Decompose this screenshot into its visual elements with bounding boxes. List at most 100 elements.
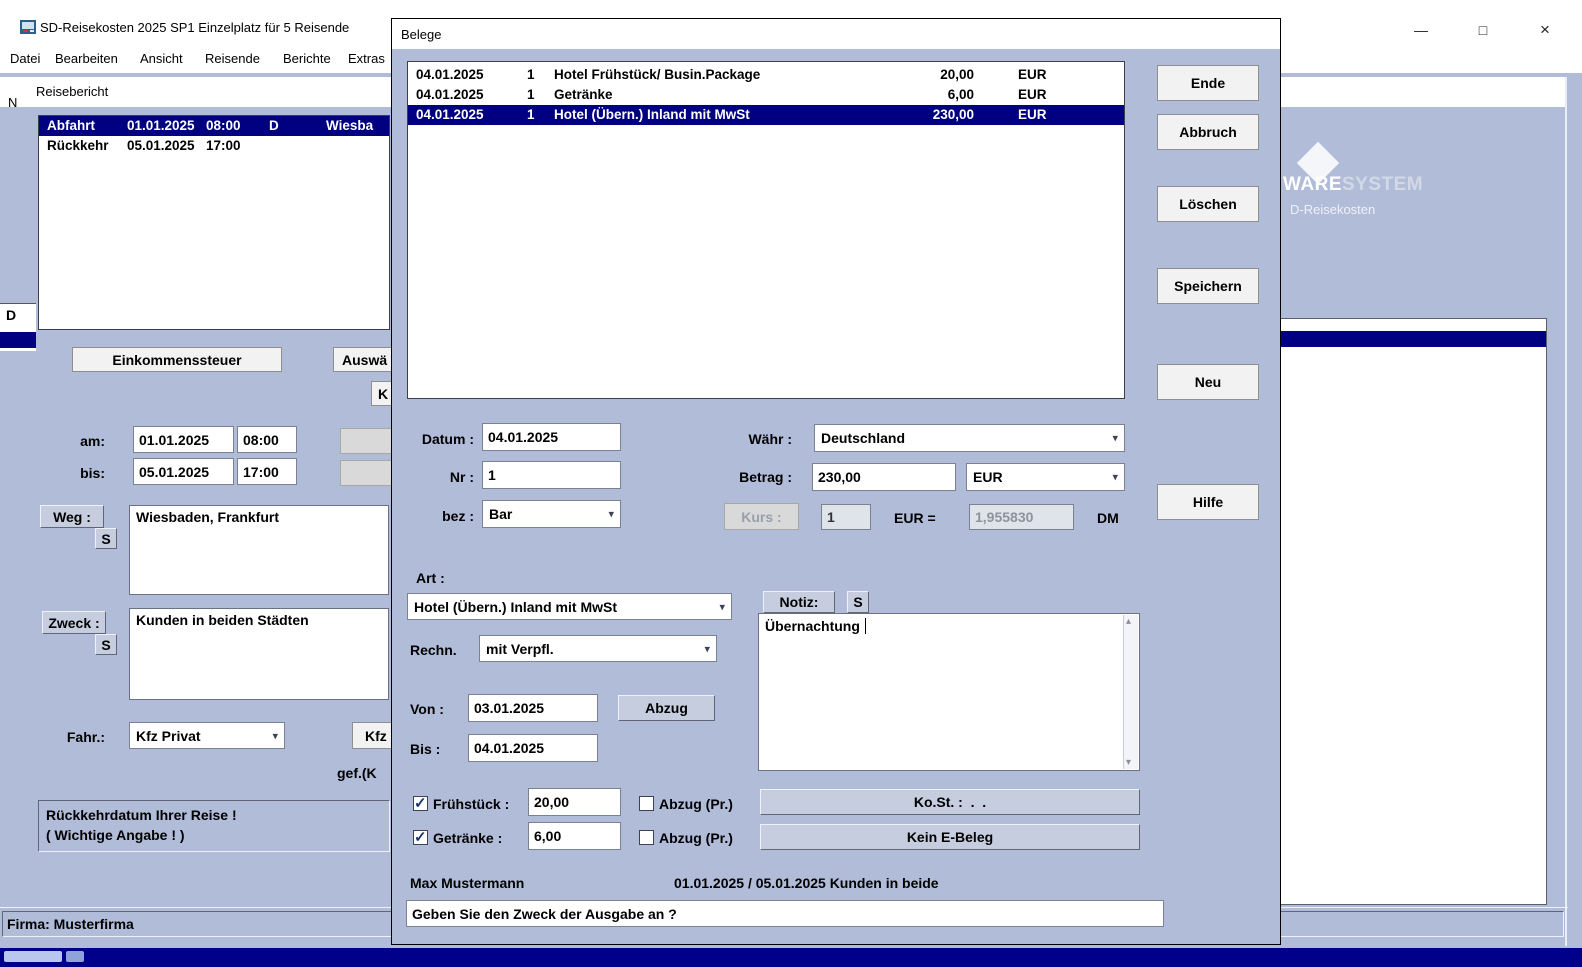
status-panel-right: [1276, 911, 1564, 937]
rechn-select[interactable]: mit Verpfl. ▾: [479, 635, 717, 662]
betrag-label: Betrag :: [739, 469, 792, 485]
menu-extras[interactable]: Extras: [348, 49, 385, 69]
hint-box: Rückkehrdatum Ihrer Reise ! ( Wichtige A…: [38, 800, 390, 852]
check-icon: ✓: [414, 795, 427, 812]
nr-label: Nr :: [449, 469, 474, 485]
maximize-icon: □: [1478, 22, 1488, 38]
menu-reisende[interactable]: Reisende: [205, 49, 260, 69]
taskbar-fragment: [4, 951, 62, 962]
loeschen-button[interactable]: Löschen: [1157, 186, 1259, 222]
belege-dialog-title: Belege: [401, 26, 442, 42]
receipts-listbox[interactable]: 04.01.2025 1 Hotel Frühstück/ Busin.Pack…: [407, 61, 1125, 399]
am-date-field[interactable]: 01.01.2025: [133, 426, 234, 453]
label-fragment-n: N: [8, 95, 18, 110]
art-select[interactable]: Hotel (Übern.) Inland mit MwSt ▾: [407, 593, 732, 620]
bis-date-field[interactable]: 05.01.2025: [133, 458, 234, 485]
rechn-label: Rechn.: [410, 642, 457, 658]
weg-s-button[interactable]: S: [95, 528, 117, 549]
fragment-d-label: D: [6, 307, 17, 323]
scroll-down-icon[interactable]: ▾: [1126, 757, 1131, 768]
firma-status: Firma: Musterfirma: [7, 916, 134, 932]
von-field[interactable]: 03.01.2025: [468, 694, 598, 722]
betrag-field[interactable]: 230,00: [812, 463, 956, 491]
receipt-row-selected[interactable]: 04.01.2025 1 Hotel (Übern.) Inland mit M…: [408, 105, 1124, 125]
getraenke-label: Getränke :: [433, 830, 503, 846]
chevron-down-icon: ▾: [704, 643, 710, 655]
receipt-row[interactable]: 04.01.2025 1 Getränke 6,00 EUR: [408, 85, 1124, 105]
clipped-list-fragment: D: [0, 303, 36, 351]
abzug-pr2-checkbox[interactable]: [639, 830, 654, 845]
abzug-pr1-label: Abzug (Pr.): [659, 796, 733, 812]
zweck-textarea[interactable]: Kunden in beiden Städten: [129, 608, 389, 700]
trip-row-abfahrt[interactable]: Abfahrt 01.01.2025 08:00 D Wiesba: [39, 116, 389, 136]
bez-label: bez :: [442, 508, 474, 524]
bis-belege-field[interactable]: 04.01.2025: [468, 734, 598, 762]
chevron-down-icon: ▾: [719, 601, 725, 613]
nr-field[interactable]: 1: [482, 461, 621, 489]
menu-berichte[interactable]: Berichte: [283, 49, 331, 69]
notiz-button[interactable]: Notiz:: [763, 591, 835, 613]
maximize-button[interactable]: □: [1460, 18, 1506, 42]
bis-label: bis:: [80, 465, 105, 481]
ende-button[interactable]: Ende: [1157, 65, 1259, 101]
check-icon: ✓: [414, 829, 427, 846]
ebeleg-button[interactable]: Kein E-Beleg: [760, 824, 1140, 850]
notiz-s-button[interactable]: S: [847, 591, 869, 613]
abzug-button[interactable]: Abzug: [618, 695, 715, 721]
einkommenssteuer-button[interactable]: Einkommenssteuer: [72, 347, 282, 372]
taskbar-fragment: [66, 951, 84, 962]
kost-button[interactable]: Ko.St. : . .: [760, 789, 1140, 815]
menu-bearbeiten[interactable]: Bearbeiten: [55, 49, 118, 69]
gef-label: gef.(K: [337, 765, 377, 781]
abzug-pr1-checkbox[interactable]: [639, 796, 654, 811]
app-icon: [20, 19, 37, 35]
notes-scrollbar[interactable]: ▴ ▾: [1123, 615, 1138, 769]
weg-button[interactable]: Weg :: [40, 505, 104, 528]
minimize-button[interactable]: —: [1398, 18, 1444, 42]
hint-line1: Rückkehrdatum Ihrer Reise !: [46, 807, 237, 823]
am-time-field[interactable]: 08:00: [237, 426, 297, 453]
getraenke-checkbox[interactable]: ✓: [413, 829, 428, 846]
chevron-down-icon: ▾: [1112, 471, 1118, 484]
fruehstueck-field[interactable]: 20,00: [528, 788, 621, 816]
getraenke-field[interactable]: 6,00: [528, 822, 621, 850]
am-label: am:: [80, 433, 105, 449]
datum-field[interactable]: 04.01.2025: [482, 423, 621, 451]
kurs-field: 1: [821, 504, 871, 530]
taskbar: [0, 948, 1582, 967]
kurs-button: Kurs :: [724, 503, 799, 530]
menu-datei[interactable]: Datei: [10, 49, 40, 69]
trip-row-rueckkehr[interactable]: Rückkehr 05.01.2025 17:00: [39, 136, 389, 156]
app-screen: SD-Reisekosten 2025 SP1 Einzelplatz für …: [0, 0, 1582, 967]
fruehstueck-checkbox[interactable]: ✓: [413, 795, 428, 812]
brand-subtitle: D-Reisekosten: [1290, 202, 1376, 217]
close-button[interactable]: ×: [1522, 18, 1568, 42]
bez-select[interactable]: Bar ▾: [482, 500, 621, 528]
notiz-textarea[interactable]: Übernachtung ▴ ▾: [758, 613, 1140, 771]
waehrung-label: Währ :: [748, 431, 792, 447]
fahr-select[interactable]: Kfz Privat ▾: [129, 722, 285, 749]
betrag-currency-select[interactable]: EUR ▾: [966, 463, 1125, 491]
dm-label: DM: [1097, 510, 1119, 526]
window-border: [1565, 77, 1567, 946]
hilfe-button[interactable]: Hilfe: [1157, 484, 1259, 520]
zweck-s-button[interactable]: S: [95, 634, 117, 655]
waehrung-select[interactable]: Deutschland ▾: [814, 424, 1125, 452]
chevron-down-icon: ▾: [272, 730, 278, 742]
brand-wordmark: WARESYSTEM: [1283, 174, 1424, 195]
neu-button[interactable]: Neu: [1157, 364, 1259, 400]
bis-time-field[interactable]: 17:00: [237, 458, 297, 485]
weg-textarea[interactable]: Wiesbaden, Frankfurt: [129, 505, 389, 595]
belege-status-field: Geben Sie den Zweck der Ausgabe an ?: [406, 900, 1164, 927]
minimize-icon: —: [1414, 22, 1428, 38]
trip-listbox[interactable]: Abfahrt 01.01.2025 08:00 D Wiesba Rückke…: [38, 115, 390, 330]
menu-ansicht[interactable]: Ansicht: [140, 49, 183, 69]
fragment-selected-row: [0, 332, 36, 348]
text-caret: [865, 618, 866, 634]
abbruch-button[interactable]: Abbruch: [1157, 114, 1259, 150]
speichern-button[interactable]: Speichern: [1157, 268, 1259, 304]
receipt-row[interactable]: 04.01.2025 1 Hotel Frühstück/ Busin.Pack…: [408, 65, 1124, 85]
zweck-button[interactable]: Zweck :: [42, 611, 106, 634]
scroll-up-icon[interactable]: ▴: [1126, 616, 1131, 627]
belege-dialog-titlebar[interactable]: Belege: [392, 19, 1280, 49]
